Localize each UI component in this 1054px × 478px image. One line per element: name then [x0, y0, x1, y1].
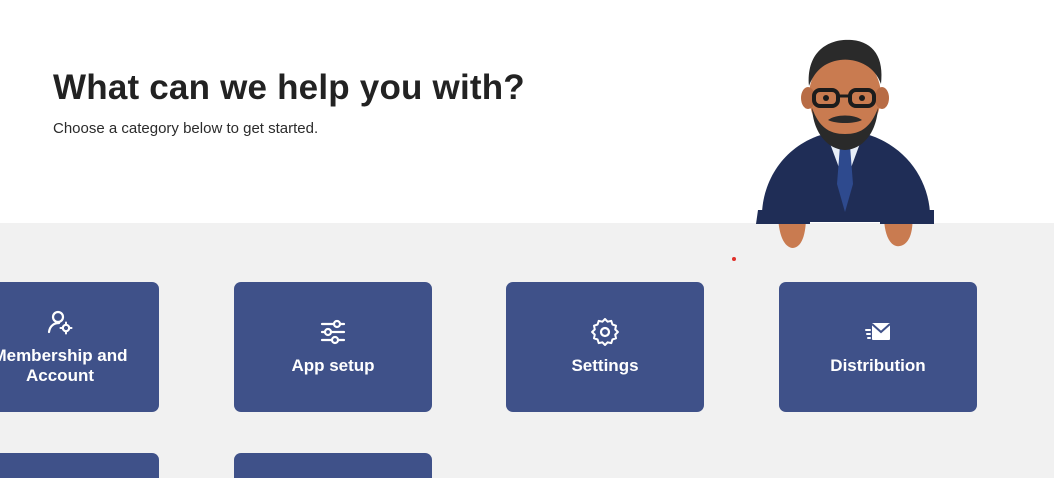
gear-icon	[591, 318, 619, 346]
category-card-membership[interactable]: Membership and Account	[0, 282, 159, 412]
page-subtitle: Choose a category below to get started.	[53, 120, 319, 137]
category-card-row2-1[interactable]	[0, 453, 159, 478]
mascot-illustration	[756, 39, 934, 248]
help-center-page: What can we help you with? Choose a cate…	[0, 0, 1054, 478]
red-dot	[732, 257, 736, 261]
category-card-distribution[interactable]: Distribution	[779, 282, 977, 412]
send-mail-icon	[865, 323, 891, 340]
category-label: Distribution	[830, 356, 926, 375]
category-card-settings[interactable]: Settings	[506, 282, 704, 412]
category-label: App setup	[291, 356, 375, 375]
user-gear-icon	[47, 310, 73, 335]
category-card-row2-2[interactable]	[234, 453, 432, 478]
category-label: Membership and Account	[0, 346, 128, 385]
category-card-app-setup[interactable]: App setup	[234, 282, 432, 412]
page-title: What can we help you with?	[53, 68, 525, 107]
sliders-icon	[320, 319, 346, 345]
category-label: Settings	[571, 356, 639, 375]
